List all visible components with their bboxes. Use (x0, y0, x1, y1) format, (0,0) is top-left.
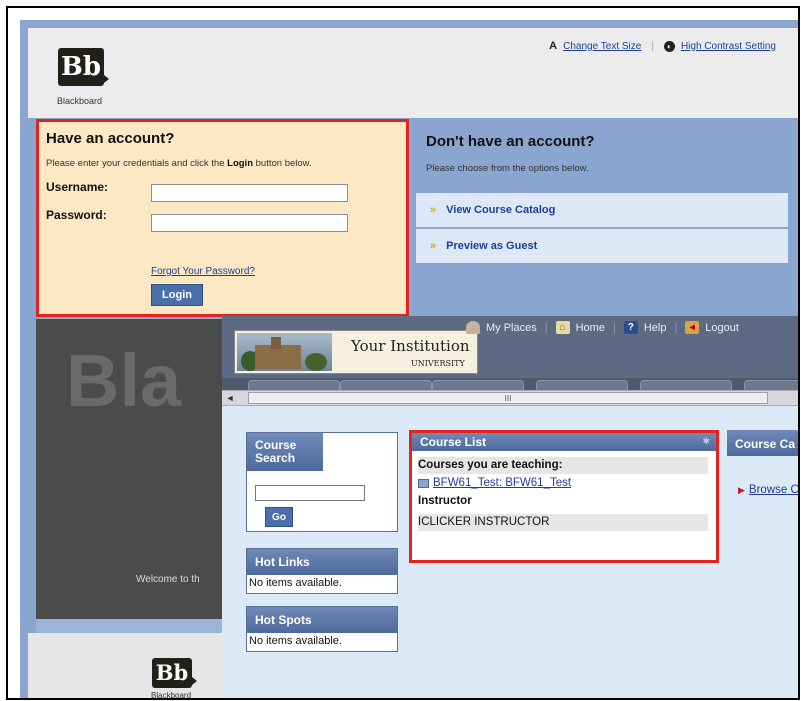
hot-links-title: Hot Links (247, 549, 397, 575)
instructor-label: Instructor (418, 495, 472, 507)
hot-links-module: Hot Links No items available. (246, 548, 398, 594)
username-label: Username: (46, 180, 109, 194)
logo-caption: Blackboard (57, 96, 103, 106)
nav-logout[interactable]: Logout (705, 322, 739, 334)
logout-icon: ◂ (685, 321, 700, 334)
top-navigation: My Places | ⌂ Home | ? Help | ◂ Logout (466, 321, 739, 334)
text-size-icon: A (549, 40, 558, 52)
dont-have-account-title: Don't have an account? (426, 133, 595, 150)
accessibility-links: A Change Text Size | ◐ High Contrast Set… (549, 40, 776, 52)
high-contrast-link[interactable]: High Contrast Setting (681, 41, 776, 52)
username-field[interactable] (151, 184, 348, 202)
footer-logo-caption: Blackboard (151, 691, 192, 700)
chevron-right-icon: » (430, 240, 437, 252)
course-list-module: Course List ✱ Courses you are teaching: … (409, 430, 719, 563)
nav-my-places[interactable]: My Places (486, 322, 537, 334)
background-logo-text: Bla (66, 339, 182, 422)
guest-instructions: Please choose from the options below. (426, 163, 589, 174)
institution-name: Your Institution (351, 337, 470, 355)
teaching-heading: Courses you are teaching: (418, 457, 708, 474)
course-book-icon (418, 478, 429, 488)
scroll-left-icon[interactable]: ◄ (224, 392, 236, 404)
blackboard-footer-logo: Bb (152, 658, 197, 688)
course-search-input[interactable] (255, 485, 365, 501)
change-text-size-link[interactable]: Change Text Size (563, 41, 641, 52)
hot-spots-title: Hot Spots (247, 607, 397, 633)
contrast-icon: ◐ (663, 40, 675, 52)
institution-banner[interactable]: Your Institution UNIVERSITY (234, 330, 478, 374)
login-instructions: Please enter your credentials and click … (46, 158, 312, 169)
login-button[interactable]: Login (151, 284, 203, 306)
course-header: Your Institution UNIVERSITY My Places | … (222, 316, 798, 378)
course-link[interactable]: BFW61_Test: BFW61_Test (418, 477, 571, 489)
have-account-panel: Have an account? Please enter your crede… (36, 119, 409, 317)
footer-area (28, 633, 228, 698)
password-field[interactable] (151, 214, 348, 232)
tab-strip (222, 378, 798, 393)
view-course-catalog-option[interactable]: » View Course Catalog (416, 193, 788, 227)
hot-links-empty: No items available. (249, 577, 342, 589)
divider: | (651, 40, 654, 52)
horizontal-scrollbar[interactable]: ◄ III (222, 390, 798, 406)
hot-spots-empty: No items available. (249, 635, 342, 647)
hot-spots-module: Hot Spots No items available. (246, 606, 398, 652)
chevron-right-icon: » (430, 204, 437, 216)
course-search-title: Course Search (247, 433, 323, 471)
course-search-module: Course Search Go (246, 432, 398, 532)
gear-icon[interactable]: ✱ (702, 436, 710, 447)
have-account-title: Have an account? (46, 130, 175, 147)
go-button[interactable]: Go (265, 507, 293, 527)
background-strip (36, 619, 226, 633)
nav-help[interactable]: Help (644, 322, 667, 334)
instructor-name: ICLICKER INSTRUCTOR (418, 514, 708, 531)
welcome-text: Welcome to th (136, 574, 200, 585)
preview-as-guest-option[interactable]: » Preview as Guest (416, 229, 788, 263)
password-label: Password: (46, 208, 107, 222)
home-icon: ⌂ (555, 321, 570, 334)
course-list-title: Course List (412, 433, 716, 451)
help-icon: ? (623, 321, 638, 334)
arrow-right-icon: ▶ (738, 485, 745, 495)
browse-catalog-link[interactable]: ▶ Browse C (738, 484, 798, 496)
scroll-thumb[interactable]: III (248, 392, 768, 404)
institution-subtitle: UNIVERSITY (411, 359, 465, 368)
nav-home[interactable]: Home (576, 322, 605, 334)
screenshot-frame: Bb Blackboard A Change Text Size | ◐ Hig… (6, 6, 800, 700)
campus-image (237, 333, 332, 371)
user-icon (466, 321, 480, 334)
course-catalog-title: Course Ca (727, 430, 798, 456)
dont-have-account-panel: Don't have an account? Please choose fro… (412, 119, 798, 319)
course-page: Your Institution UNIVERSITY My Places | … (222, 316, 798, 698)
blackboard-logo: Bb (58, 48, 109, 86)
forgot-password-link[interactable]: Forgot Your Password? (151, 266, 255, 277)
